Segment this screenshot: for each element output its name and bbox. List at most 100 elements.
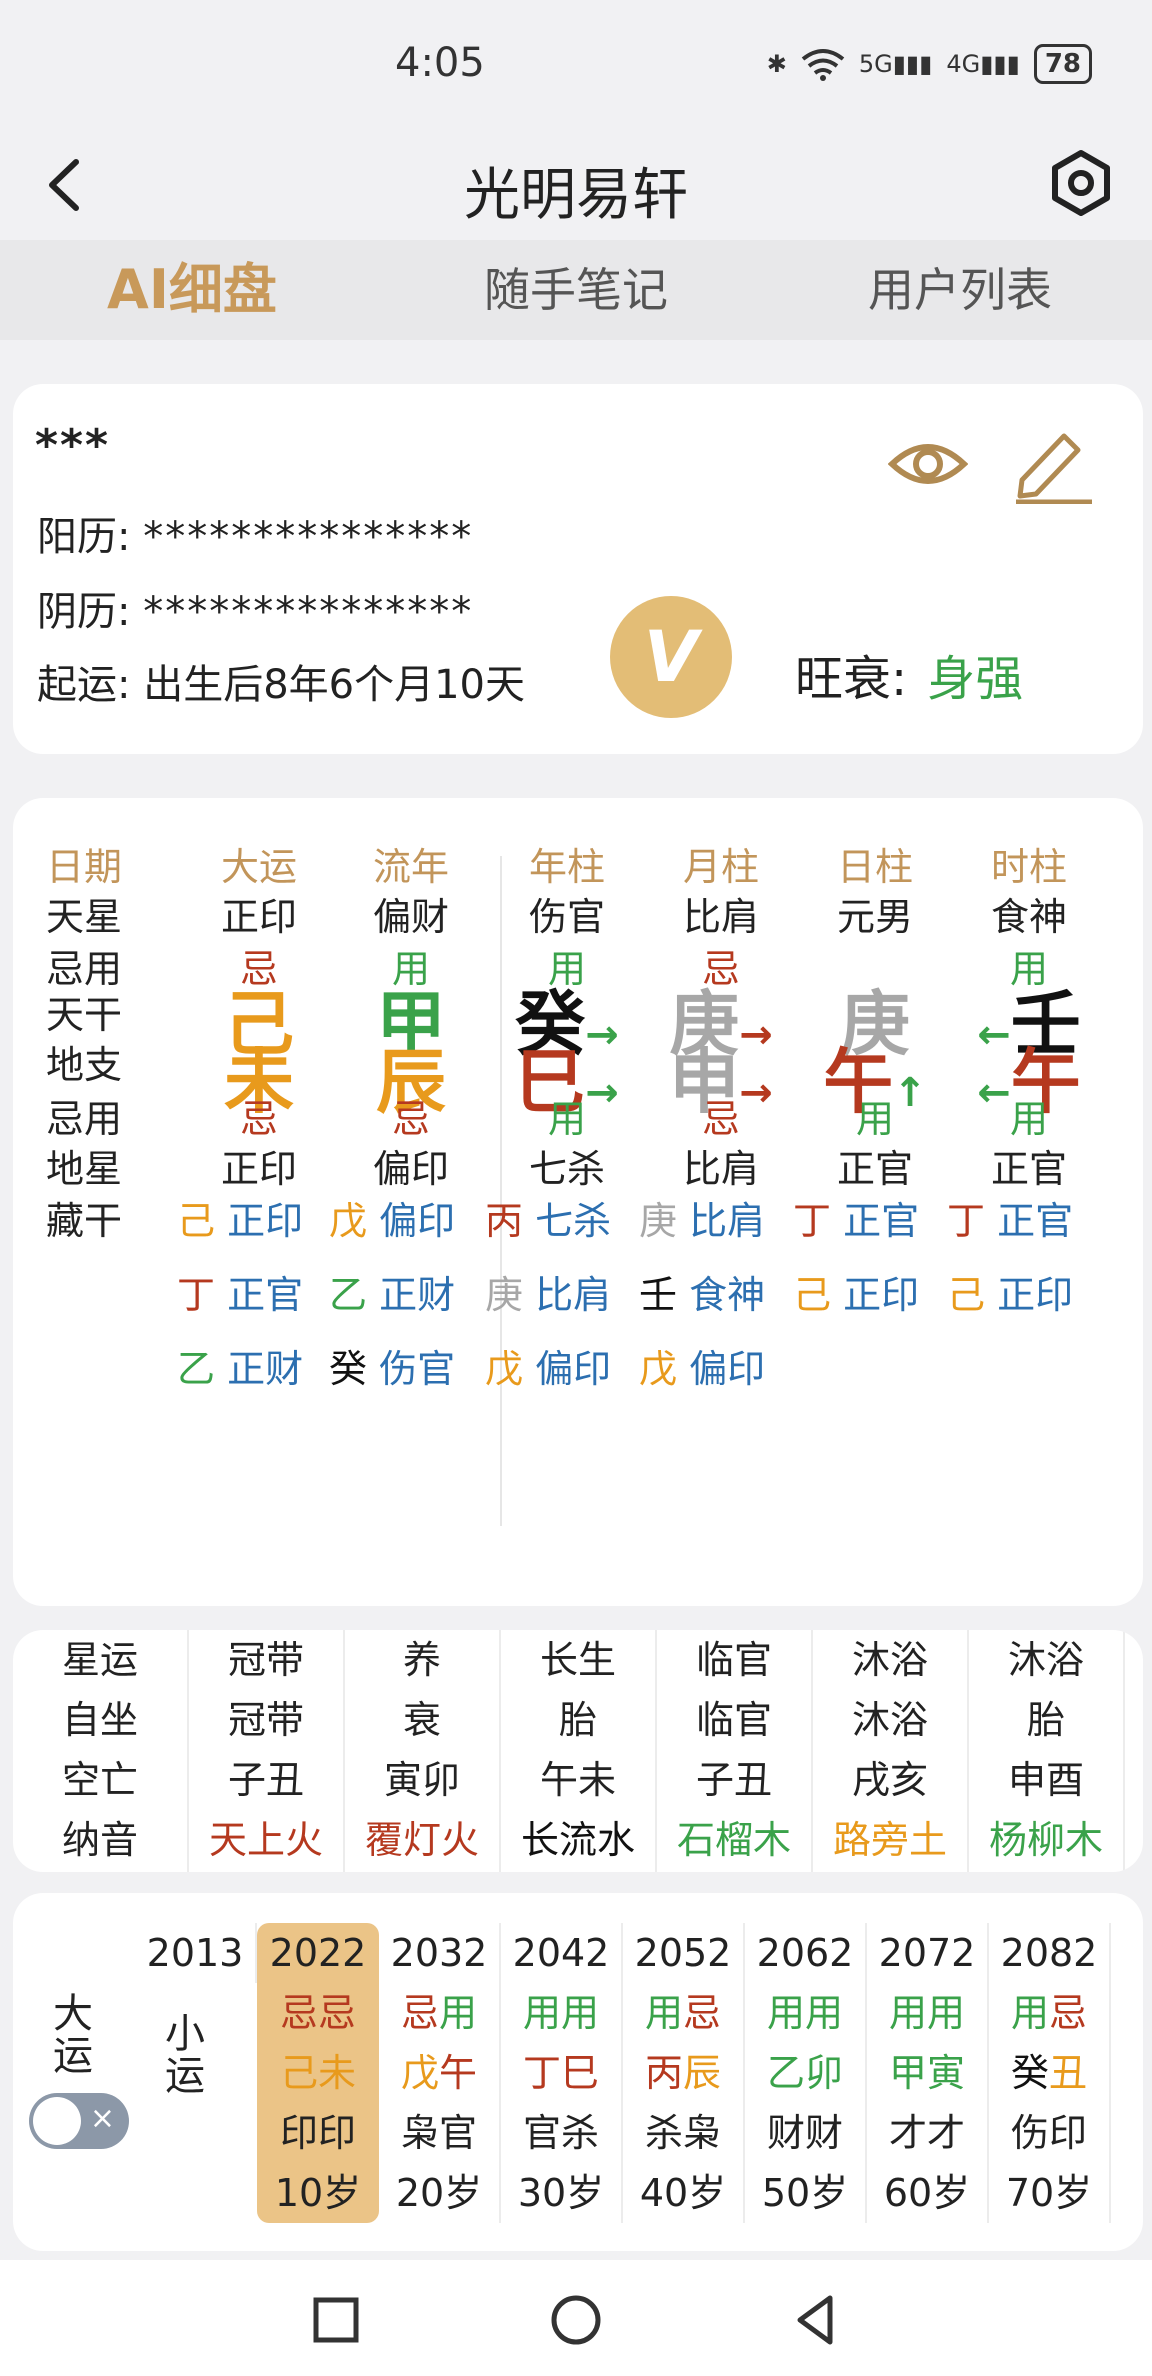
ganzhi-char: 丁 [522, 2051, 561, 2095]
star-value: 沐浴 [851, 1698, 928, 1742]
vip-badge-icon[interactable]: V [610, 596, 732, 718]
column-header: 日柱 [836, 845, 913, 889]
dayun-column[interactable]: 2052 用忌 丙辰 杀枭 40岁 [623, 1923, 745, 2223]
ganzhi-char: 未 [318, 2051, 357, 2095]
ganzhi-char: 辰 [683, 2051, 722, 2095]
xiaoyun-label: 小运 [165, 2011, 205, 2099]
dayun-column[interactable]: 2032 忌用 戊午 枭官 20岁 [379, 1923, 501, 2223]
stars-table-card: 星运 自坐 空亡 纳音 冠带 冠带 子丑 天上火养衰寅卯 覆灯火 长生胎午未 长流水 临官 临官 子丑 石榴… [13, 1630, 1143, 1872]
tian-star: 伤官 [528, 895, 605, 939]
network-4g-label: 4G [946, 50, 981, 78]
di-star: 正印 [220, 1147, 297, 1191]
dayun-age: 70岁 [1005, 2171, 1093, 2215]
toggle-x-icon: × [89, 2101, 115, 2136]
recent-apps-icon[interactable] [306, 2290, 366, 2350]
use-mark: 用 [888, 1991, 927, 2035]
ganzhi-char: 癸 [1010, 2051, 1049, 2095]
hidden-god: 食神 [689, 1273, 766, 1317]
hidden-stem-row: 丁 正官 [793, 1190, 919, 1245]
dayun-column[interactable]: 2082 用忌 癸丑 伤印 70岁 [989, 1923, 1111, 2223]
strength-label: 旺衰: [795, 651, 908, 707]
dayun-age: 50岁 [761, 2171, 849, 2215]
ganzhi-char: 甲 [888, 2051, 927, 2095]
back-triangle-icon[interactable] [786, 2290, 846, 2350]
tab-user-list[interactable]: 用户列表 [768, 240, 1152, 340]
hidden-stem: 癸 [329, 1347, 368, 1391]
tian-star: 正印 [220, 895, 297, 939]
luck-start-row: 起运: 出生后8年6个月10天 [37, 652, 525, 710]
home-icon[interactable] [546, 2290, 606, 2350]
dayun-use: 用忌 [623, 1983, 743, 2043]
toggle-knob [33, 2097, 81, 2145]
system-nav-bar [0, 2260, 1152, 2376]
stars-row-label: 星运 [61, 1638, 138, 1682]
hidden-stem-row: 庚 比肩 [639, 1190, 765, 1245]
dayun-age: 60岁 [883, 2171, 971, 2215]
dayun-toggle[interactable]: × [29, 2093, 129, 2149]
use-mark: 用 [561, 1991, 600, 2035]
stars-row-label: 自坐 [61, 1698, 138, 1742]
solar-label: 阳历: [37, 514, 131, 560]
dayun-age: 20岁 [395, 2171, 483, 2215]
dayun-ten-god: 官杀 [522, 2111, 599, 2155]
dayun-age: 40岁 [639, 2171, 727, 2215]
tab-ai-chart[interactable]: AI细盘 [0, 240, 384, 340]
dayun-ten-god: 财财 [766, 2111, 843, 2155]
use-mark: 用 [522, 1991, 561, 2035]
hidden-stem-row: 丁 正官 [177, 1264, 303, 1319]
eye-icon[interactable] [888, 424, 968, 504]
column-header: 大运 [220, 845, 297, 889]
star-value: 戌亥 [851, 1758, 928, 1802]
dayun-use: 忌用 [379, 1983, 499, 2043]
hidden-stem: 己 [177, 1199, 216, 1243]
tab-notes[interactable]: 随手笔记 [384, 240, 768, 340]
edit-pencil-icon[interactable] [1008, 418, 1094, 504]
hidden-god: 正印 [997, 1273, 1074, 1317]
dayun-column[interactable]: 2072 用用 甲寅 才才 60岁 [867, 1923, 989, 2223]
tian-star: 食神 [990, 895, 1067, 939]
hidden-stem-row: 丙 七杀 [485, 1190, 611, 1245]
stars-column: 养衰寅卯 覆灯火 [345, 1630, 501, 1872]
nayin-value: 石榴木 [676, 1818, 791, 1862]
dayun-column[interactable]: 2022 忌忌 己未 印印 10岁 [257, 1923, 379, 2223]
hexagon-settings-icon[interactable] [1046, 148, 1116, 218]
dayun-use: 用忌 [989, 1983, 1109, 2043]
dayun-use: 用用 [867, 1983, 987, 2043]
column-header: 流年 [372, 845, 449, 889]
star-value: 子丑 [227, 1758, 304, 1802]
stars-column: 沐浴胎申酉 杨柳木 [969, 1630, 1125, 1872]
di-star: 偏印 [372, 1147, 449, 1191]
status-icons: ✱ 5G▮▮▮ 4G▮▮▮ 78 [767, 44, 1092, 84]
status-bar: 4:05 ✱ 5G▮▮▮ 4G▮▮▮ 78 [0, 0, 1152, 130]
use-mark: 忌 [239, 1097, 278, 1141]
dayun-column[interactable]: 2062 用用 乙卯 财财 50岁 [745, 1923, 867, 2223]
ganzhi-char: 午 [439, 2051, 478, 2095]
dayun-ganzhi: 乙卯 [745, 2043, 865, 2103]
tab-bar: AI细盘 随手笔记 用户列表 [0, 240, 1152, 340]
dayun-ganzhi: 丁巳 [501, 2043, 621, 2103]
nayin-value: 天上火 [208, 1818, 323, 1862]
hidden-stem: 壬 [639, 1273, 678, 1317]
star-value: 长生 [539, 1638, 616, 1682]
tian-star: 元男 [836, 895, 913, 939]
dayun-label: 大运 [53, 1991, 93, 2079]
dayun-year: 2082 [1000, 1931, 1098, 1975]
star-value: 申酉 [1007, 1758, 1084, 1802]
hidden-stem-row: 庚 比肩 [485, 1264, 611, 1319]
use-mark: 忌 [279, 1991, 318, 2035]
nayin-value: 覆灯火 [364, 1818, 479, 1862]
dayun-year: 2013 [146, 1931, 244, 1975]
lunar-value: *************** [143, 589, 474, 635]
signal-4g-icon: 4G▮▮▮ [946, 50, 1020, 78]
dayun-card: 大运 小运 × 2013 2022 忌忌 己未 印印 10岁 2032 忌用 戊午 枭官 20岁 20… [13, 1893, 1143, 2251]
column-header: 月柱 [682, 845, 759, 889]
ganzhi-char: 丙 [644, 2051, 683, 2095]
hidden-stem: 丁 [947, 1199, 986, 1243]
hidden-stem-row: 戊 偏印 [485, 1338, 611, 1393]
column-header: 时柱 [990, 845, 1067, 889]
dayun-year: 2042 [512, 1931, 610, 1975]
dayun-column[interactable]: 2042 用用 丁巳 官杀 30岁 [501, 1923, 623, 2223]
star-value: 胎 [1026, 1698, 1065, 1742]
di-star: 比肩 [682, 1147, 759, 1191]
dayun-ten-god: 才才 [888, 2111, 965, 2155]
